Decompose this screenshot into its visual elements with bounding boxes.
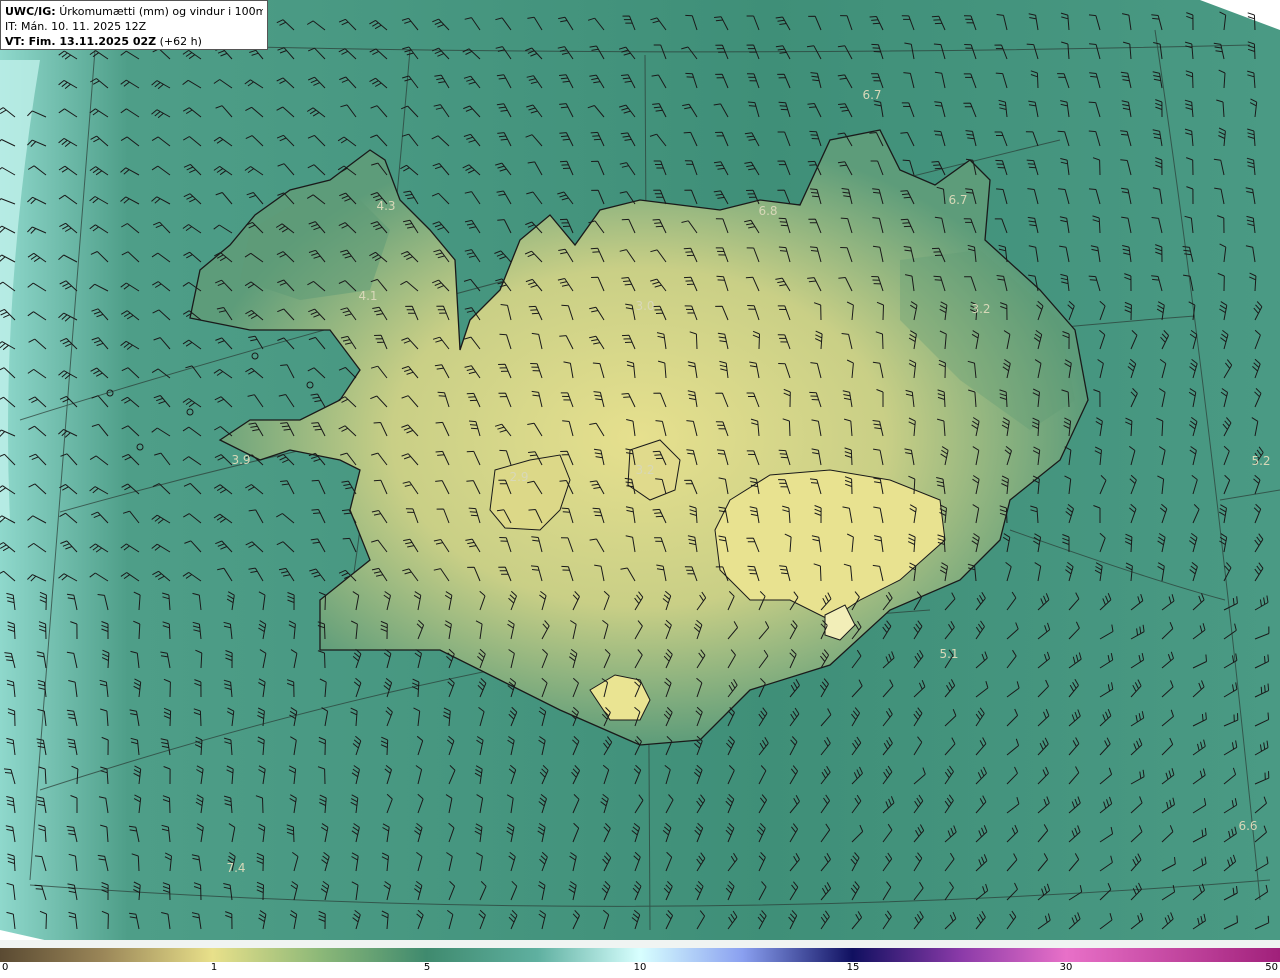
colorbar-tick: 5: [423, 962, 431, 973]
title-bold: UWC/IG:: [5, 5, 56, 18]
colorbar: [0, 948, 1280, 962]
value-label: 5.1: [939, 647, 959, 661]
value-label: 2.9: [509, 470, 529, 484]
value-label: 6.7: [948, 193, 968, 207]
colorbar-tick: 10: [633, 962, 647, 973]
vt-line: VT: Fim. 13.11.2025 02Z (+62 h): [5, 34, 263, 49]
title-rest: Úrkomumætti (mm) og vindur i 100m hæð: [59, 5, 263, 18]
value-label: 4.1: [358, 289, 378, 303]
value-label: 6.6: [1238, 819, 1258, 833]
vt-bold: VT: Fim. 13.11.2025 02Z: [5, 35, 157, 48]
value-label: 6.8: [758, 204, 778, 218]
value-label: 5.2: [1251, 454, 1271, 468]
value-label: 3.2: [971, 302, 991, 316]
colorbar-tick: 15: [846, 962, 860, 973]
value-label: 4.3: [376, 199, 396, 213]
value-label: 3.9: [231, 453, 251, 467]
colorbar-tick: 1: [210, 962, 218, 973]
it-line: IT: Mán. 10. 11. 2025 12Z: [5, 20, 147, 33]
colorbar-tick: 0: [2, 962, 9, 973]
value-label: 6.7: [862, 88, 882, 102]
title-line: UWC/IG: Úrkomumætti (mm) og vindur i 100…: [5, 4, 263, 19]
value-label: 7.4: [226, 861, 246, 875]
vt-rest: (+62 h): [159, 35, 202, 48]
map-edge-bottom: [0, 940, 1280, 948]
colorbar-tick: 50: [1265, 962, 1278, 973]
value-label: 3.2: [635, 463, 655, 477]
value-label: 3.0: [635, 299, 655, 313]
map-info-box: UWC/IG: Úrkomumætti (mm) og vindur i 100…: [0, 0, 268, 50]
colorbar-tick: 30: [1059, 962, 1073, 973]
